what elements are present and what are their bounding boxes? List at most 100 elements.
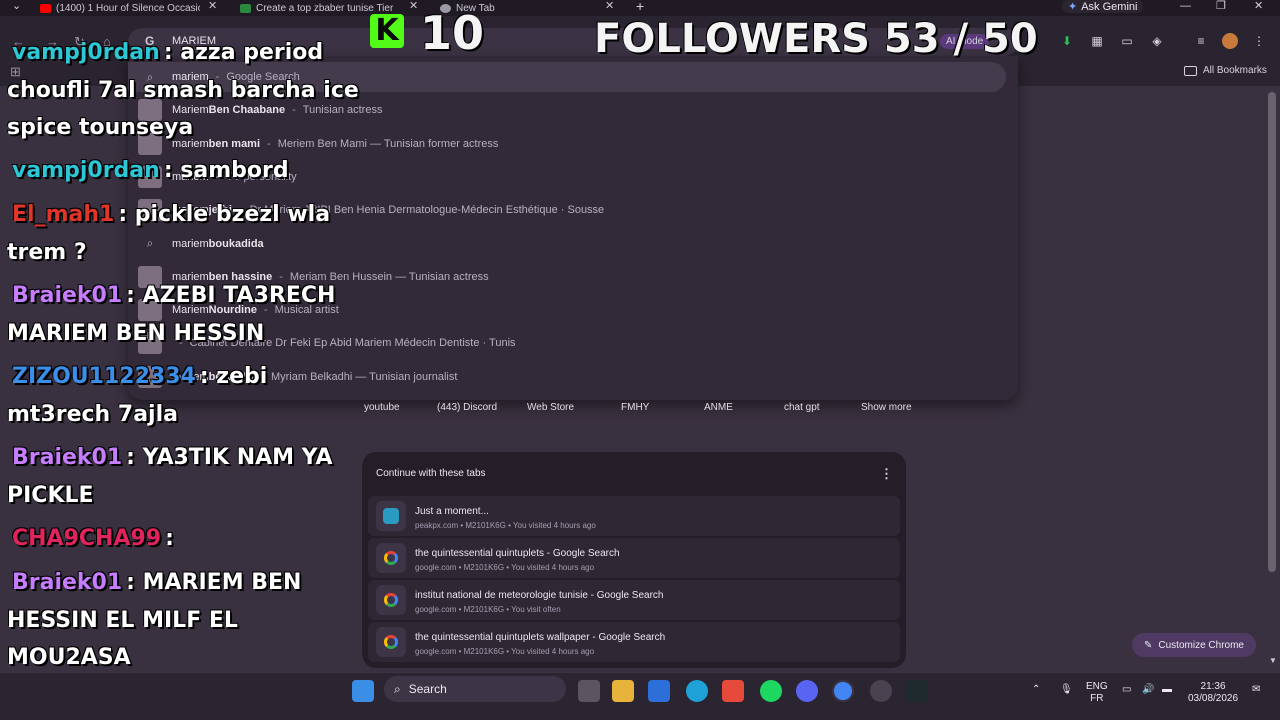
card-menu-kebab-icon[interactable]: ⋮ <box>880 466 893 482</box>
store-icon[interactable] <box>722 680 744 702</box>
new-tab-plus-icon[interactable]: + <box>636 0 644 13</box>
tab-youtube[interactable]: (1400) 1 Hour of Silence Occasio <box>40 0 200 16</box>
language-indicator[interactable]: ENG FR <box>1086 681 1108 705</box>
shortcut-web-store[interactable]: Web Store <box>527 402 574 413</box>
shortcut-youtube[interactable]: youtube <box>364 402 400 413</box>
continue-row-title[interactable]: the quintessential quintuplets - Google … <box>415 548 620 559</box>
gemini-sparkle-icon: ✦ <box>1068 1 1078 13</box>
close-window-icon[interactable]: ✕ <box>1254 0 1263 12</box>
customize-chrome-button[interactable]: ✎ Customize Chrome <box>1132 633 1256 657</box>
chat-message: Braiek01: YA3TIK NAM YA <box>12 445 333 470</box>
spotify-icon[interactable] <box>760 680 782 702</box>
viewer-count: 10 <box>420 6 485 60</box>
chat-text: : pickle bzezl wla <box>118 202 331 227</box>
chat-text: : <box>165 526 174 551</box>
tab-close-icon[interactable]: ✕ <box>208 0 217 12</box>
mail-icon[interactable] <box>648 680 670 702</box>
scroll-down-icon[interactable]: ▼ <box>1269 656 1277 665</box>
chat-message: Braiek01: MARIEM BEN <box>12 570 301 595</box>
profile-avatar[interactable] <box>1222 33 1238 49</box>
google-icon <box>376 543 406 573</box>
stream-chat-overlay: vampj0rdan: azza period choufli 7al smash… <box>0 36 359 686</box>
chat-username: ZIZOU1122334 <box>12 364 196 389</box>
restore-icon[interactable]: ❐ <box>1216 0 1226 12</box>
microphone-icon[interactable]: 🎙 <box>1060 684 1073 696</box>
sheet-icon <box>240 3 251 13</box>
continue-row-title[interactable]: institut national de meteorologie tunisi… <box>415 590 663 601</box>
taskbar-search[interactable]: ⌕ Search <box>384 676 566 702</box>
chat-message: vampj0rdan: azza period <box>12 40 323 65</box>
menu-kebab-icon[interactable]: ⋮ <box>1252 34 1266 48</box>
clock[interactable]: 21:36 03/08/2026 <box>1188 681 1238 705</box>
clock-time: 21:36 <box>1200 681 1226 692</box>
shortcut-chat-gpt[interactable]: chat gpt <box>784 402 820 413</box>
chat-text: : sambord <box>163 158 289 183</box>
download-icon[interactable]: ⬇ <box>1060 34 1074 48</box>
page-scrollbar[interactable] <box>1268 92 1276 572</box>
folder-icon <box>1184 65 1197 76</box>
tab-title: Create a top zbaber tunise Tier <box>256 2 394 14</box>
search-icon: ⌕ <box>394 681 401 696</box>
chat-text-continued: mt3rech 7ajla <box>7 402 178 427</box>
ask-gemini-button[interactable]: ✦ Ask Gemini <box>1062 0 1144 13</box>
continue-row-meta: google.com • M2101K6G • You visited 4 ho… <box>415 647 595 656</box>
tab-search-chevron-icon[interactable]: ⌄ <box>12 0 21 12</box>
file-explorer-icon[interactable] <box>612 680 634 702</box>
continue-row-title[interactable]: the quintessential quintuplets wallpaper… <box>415 632 665 643</box>
shortcut-fmhy[interactable]: FMHY <box>621 402 649 413</box>
chat-text-continued: MARIEM BEN HESSIN <box>7 321 265 346</box>
chat-username: Braiek01 <box>12 570 123 595</box>
google-icon <box>376 627 406 657</box>
qr-code-icon[interactable]: ▦ <box>1090 34 1104 48</box>
taskbar-search-label: Search <box>408 682 447 696</box>
chat-text-continued: PICKLE <box>7 483 94 508</box>
tab-title: (1400) 1 Hour of Silence Occasio <box>56 2 200 14</box>
tab-strip: ⌄ (1400) 1 Hour of Silence Occasio ✕ Cre… <box>0 0 1280 16</box>
task-view-icon[interactable] <box>578 680 600 702</box>
language-bottom: FR <box>1090 693 1104 704</box>
battery-icon[interactable]: ▬ <box>1162 684 1172 696</box>
chat-text-continued: spice tounseya <box>7 115 194 140</box>
continue-row-title[interactable]: Just a moment... <box>415 506 489 517</box>
clock-date: 03/08/2026 <box>1188 693 1239 704</box>
continue-row-meta: peakpx.com • M2101K6G • You visited 4 ho… <box>415 521 596 530</box>
shortcut-discord[interactable]: (443) Discord <box>437 402 497 413</box>
puzzle-extensions-icon[interactable]: ◈ <box>1150 34 1164 48</box>
tab-close-icon[interactable]: ✕ <box>605 0 614 12</box>
chat-message: vampj0rdan: sambord <box>12 158 289 183</box>
obs-icon[interactable] <box>870 680 892 702</box>
chrome-taskbar-icon[interactable] <box>832 680 854 702</box>
tray-overflow-chevron-icon[interactable]: ⌃ <box>1032 684 1040 696</box>
chat-text: : zebi <box>199 364 268 389</box>
pencil-icon: ✎ <box>1144 639 1153 651</box>
shortcut-anme[interactable]: ANME <box>704 402 733 413</box>
chat-username: CHA9CHA99 <box>12 526 162 551</box>
extension-badge-icon[interactable]: ▭ <box>1120 34 1134 48</box>
ask-gemini-label: Ask Gemini <box>1081 0 1138 13</box>
google-icon <box>376 585 406 615</box>
edge-icon[interactable] <box>686 680 708 702</box>
all-bookmarks-button[interactable]: All Bookmarks <box>1184 65 1267 76</box>
continue-card-title: Continue with these tabs <box>376 468 486 479</box>
network-icon[interactable]: ▭ <box>1122 684 1131 696</box>
show-more-shortcuts[interactable]: Show more <box>861 402 912 413</box>
minimize-icon[interactable]: — <box>1180 0 1191 12</box>
chat-message: Braiek01: AZEBI TA3RECH <box>12 283 335 308</box>
chat-username: Braiek01 <box>12 445 123 470</box>
notifications-icon[interactable]: ✉ <box>1252 684 1260 696</box>
chat-username: vampj0rdan <box>12 40 160 65</box>
tab-close-icon[interactable]: ✕ <box>409 0 418 12</box>
chat-text-continued: MOU2ASA <box>7 645 131 670</box>
language-top: ENG <box>1086 681 1108 692</box>
chat-text-continued: trem ? <box>7 240 87 265</box>
continue-row-meta: google.com • M2101K6G • You visit often <box>415 605 561 614</box>
customize-chrome-label: Customize Chrome <box>1158 639 1244 651</box>
terminal-icon[interactable] <box>906 680 928 702</box>
continue-row-meta: google.com • M2101K6G • You visited 4 ho… <box>415 563 595 572</box>
windows-start-icon[interactable] <box>352 680 374 702</box>
discord-icon[interactable] <box>796 680 818 702</box>
volume-icon[interactable]: 🔊 <box>1142 684 1154 696</box>
chat-username: vampj0rdan <box>12 158 160 183</box>
peakpx-icon <box>376 501 406 531</box>
reading-list-icon[interactable]: ≡ <box>1194 34 1208 48</box>
